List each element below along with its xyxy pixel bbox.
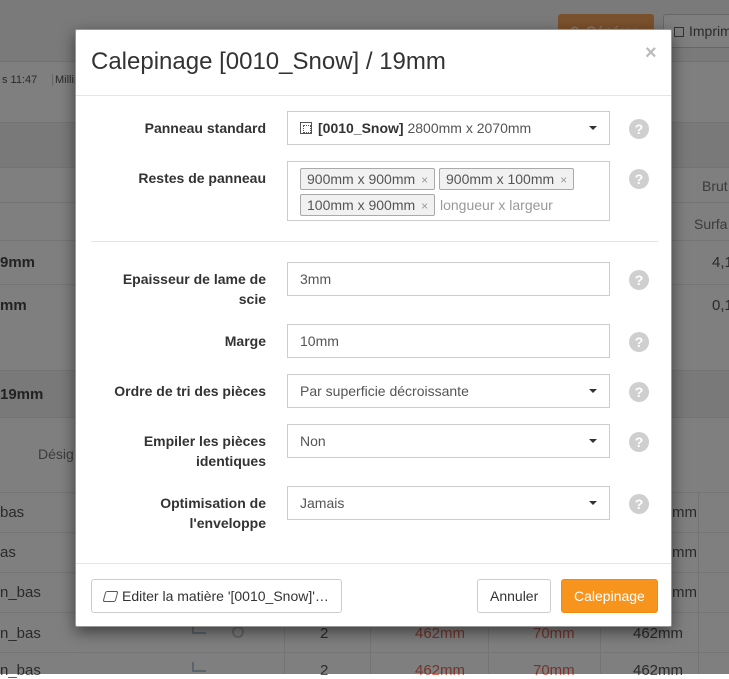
divider	[91, 241, 658, 242]
tag-chip: 900mm x 100mm ×	[439, 168, 575, 190]
empiler-label: Empiler les pièces identiques	[143, 433, 266, 469]
close-icon[interactable]: ×	[645, 43, 657, 63]
panneau-standard-label: Panneau standard	[144, 120, 266, 136]
chevron-down-icon	[589, 126, 597, 130]
dialog-footer: Editer la matière '[0010_Snow]'… Annuler…	[76, 563, 671, 626]
edit-material-label: Editer la matière '[0010_Snow]'…	[122, 588, 329, 604]
chevron-down-icon	[589, 389, 597, 393]
empiler-select-value: Non	[300, 433, 326, 449]
restes-tags-input[interactable]: 900mm x 900mm × 900mm x 100mm × 100mm x 90…	[287, 161, 610, 221]
help-icon[interactable]: ?	[629, 332, 649, 352]
dialog-header: Calepinage [0010_Snow] / 19mm ×	[76, 30, 671, 96]
epaisseur-label: Epaisseur de lame de scie	[122, 271, 266, 307]
tri-label: Ordre de tri des pièces	[114, 383, 266, 399]
panneau-standard-select[interactable]: [0010_Snow] 2800mm x 2070mm	[287, 111, 610, 145]
chevron-down-icon	[589, 439, 597, 443]
remove-tag-icon[interactable]: ×	[421, 173, 428, 187]
tag-label: 100mm x 900mm	[307, 197, 416, 213]
optimisation-label: Optimisation de l'enveloppe	[160, 495, 266, 531]
edit-material-button[interactable]: Editer la matière '[0010_Snow]'…	[91, 579, 342, 613]
remove-tag-icon[interactable]: ×	[421, 199, 428, 213]
marge-input[interactable]: 10mm	[287, 324, 610, 358]
epaisseur-input[interactable]: 3mm	[287, 262, 610, 296]
empiler-select[interactable]: Non	[287, 424, 610, 458]
cancel-button[interactable]: Annuler	[477, 579, 552, 613]
optimisation-select[interactable]: Jamais	[287, 486, 610, 520]
help-icon[interactable]: ?	[629, 270, 649, 290]
tag-label: 900mm x 900mm	[307, 171, 416, 187]
restes-placeholder[interactable]: longueur x largeur	[440, 197, 553, 213]
panneau-standard-size: 2800mm x 2070mm	[403, 120, 532, 136]
tri-select[interactable]: Par superficie décroissante	[287, 374, 610, 408]
help-icon[interactable]: ?	[629, 169, 649, 189]
remove-tag-icon[interactable]: ×	[560, 173, 567, 187]
help-icon[interactable]: ?	[629, 119, 649, 139]
tag-chip: 900mm x 900mm ×	[300, 168, 436, 190]
panel-icon	[300, 122, 312, 134]
dialog-title: Calepinage [0010_Snow] / 19mm	[91, 48, 446, 75]
restes-label: Restes de panneau	[138, 170, 266, 186]
calepinage-submit-button[interactable]: Calepinage	[561, 579, 658, 613]
help-icon[interactable]: ?	[629, 432, 649, 452]
optimisation-select-value: Jamais	[300, 495, 345, 511]
edit-icon	[102, 591, 119, 602]
help-icon[interactable]: ?	[629, 382, 649, 402]
panneau-standard-name: [0010_Snow]	[318, 120, 404, 136]
calepinage-dialog: Calepinage [0010_Snow] / 19mm × Panneau …	[75, 29, 672, 627]
marge-label: Marge	[224, 333, 266, 349]
tag-chip: 100mm x 900mm ×	[300, 194, 436, 216]
tri-select-value: Par superficie décroissante	[300, 383, 469, 399]
help-icon[interactable]: ?	[629, 494, 649, 514]
tag-label: 900mm x 100mm	[446, 171, 555, 187]
chevron-down-icon	[589, 501, 597, 505]
